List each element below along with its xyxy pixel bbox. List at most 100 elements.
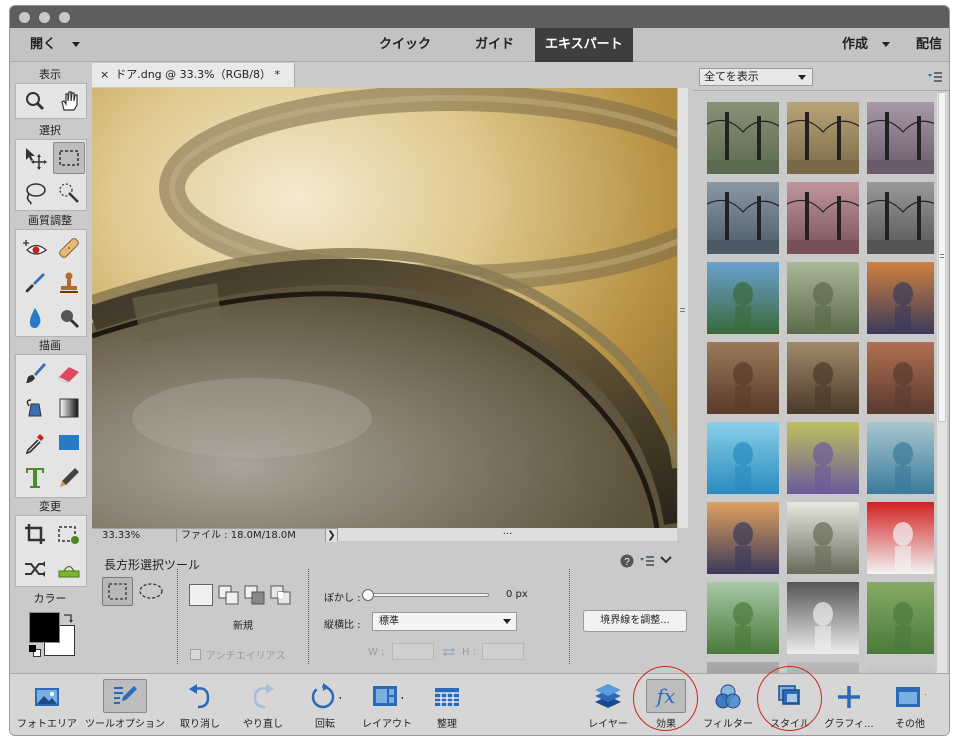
effect-thumbnail[interactable] (787, 662, 859, 673)
effect-thumbnail[interactable] (867, 182, 934, 254)
document-tab[interactable]: × ドア.dng @ 33.3%（RGB/8） * (92, 63, 295, 87)
paint-bucket-tool[interactable] (19, 392, 51, 424)
redo-button[interactable]: やり直し (235, 674, 291, 735)
help-icon[interactable]: ? (620, 554, 634, 568)
horizontal-scroll-grip[interactable]: ··· (337, 528, 677, 541)
antialias-checkbox[interactable] (190, 649, 201, 660)
rotate-button[interactable]: 回転 (298, 674, 352, 735)
effect-thumbnail[interactable] (787, 102, 859, 174)
clone-stamp-tool[interactable] (53, 267, 85, 299)
effect-thumbnail[interactable] (867, 582, 934, 654)
effect-thumbnail[interactable] (707, 262, 779, 334)
effects-filter-dropdown[interactable]: 全てを表示 (699, 68, 813, 86)
type-tool[interactable] (19, 462, 51, 494)
close-window-button[interactable] (19, 12, 30, 23)
status-menu-arrow[interactable]: ❯ (325, 529, 337, 542)
selection-mode-subtract-icon[interactable] (243, 584, 267, 606)
hand-tool[interactable] (53, 85, 85, 117)
layout-button[interactable]: レイアウト (356, 674, 418, 735)
canvas-vertical-scrollbar[interactable] (677, 88, 688, 528)
organizer-button[interactable]: 整理 (422, 674, 472, 735)
effect-thumbnail[interactable] (707, 582, 779, 654)
sponge-tool[interactable] (53, 302, 85, 334)
effect-thumbnail[interactable] (867, 262, 934, 334)
mode-tab-guided[interactable]: ガイド (475, 28, 514, 62)
selection-mode-new[interactable] (189, 584, 213, 606)
effect-thumbnail[interactable] (867, 422, 934, 494)
create-menu[interactable]: 作成 (842, 28, 891, 62)
effect-thumbnail[interactable] (787, 582, 859, 654)
selection-mode-intersect-icon[interactable] (269, 584, 293, 606)
effects-scrollbar[interactable] (937, 92, 947, 673)
rectangular-marquee-tool[interactable] (53, 142, 85, 174)
effect-thumbnail[interactable] (867, 662, 934, 673)
undo-button[interactable]: 取り消し (172, 674, 228, 735)
elliptical-marquee-icon[interactable] (138, 581, 164, 601)
effect-thumbnail[interactable] (867, 102, 934, 174)
crop-tool[interactable] (19, 518, 51, 550)
swap-dimensions-icon[interactable] (441, 646, 457, 658)
red-eye-tool[interactable] (19, 232, 51, 264)
smart-brush-tool[interactable] (19, 267, 51, 299)
graphics-button[interactable]: グラフィ... (820, 674, 878, 735)
width-field[interactable] (392, 643, 434, 660)
foreground-color-swatch[interactable] (29, 612, 60, 643)
mode-tab-quick[interactable]: クイック (379, 28, 431, 62)
more-button[interactable]: その他 (880, 674, 940, 735)
close-tab-icon[interactable]: × (100, 68, 109, 81)
eraser-tool[interactable] (53, 357, 85, 389)
feather-slider[interactable] (362, 589, 489, 601)
eyedropper-tool[interactable] (19, 427, 51, 459)
selection-mode-add-icon[interactable] (217, 584, 241, 606)
open-menu[interactable]: 開く (30, 28, 81, 62)
share-menu[interactable]: 配信 (916, 28, 942, 62)
zoom-window-button[interactable] (59, 12, 70, 23)
height-field[interactable] (482, 643, 524, 660)
aspect-ratio-select[interactable]: 標準 (372, 612, 517, 631)
default-colors-icon[interactable] (29, 645, 41, 657)
styles-button[interactable]: スタイル (762, 674, 818, 735)
filters-button[interactable]: フィルター (698, 674, 758, 735)
brush-tool[interactable] (19, 357, 51, 389)
effect-thumbnail[interactable] (787, 422, 859, 494)
effect-thumbnail[interactable] (707, 662, 779, 673)
healing-brush-tool[interactable] (53, 232, 85, 264)
document-canvas[interactable] (92, 88, 677, 528)
effect-thumbnail[interactable] (787, 182, 859, 254)
effect-thumbnail[interactable] (707, 342, 779, 414)
effect-thumbnail[interactable] (787, 342, 859, 414)
effect-thumbnail[interactable] (867, 502, 934, 574)
shape-tool[interactable] (53, 427, 85, 459)
layers-button[interactable]: レイヤー (580, 674, 636, 735)
effect-thumbnail[interactable] (867, 342, 934, 414)
photo-bin-button[interactable]: フォトエリア (12, 674, 82, 735)
panel-menu-icon[interactable] (927, 71, 943, 83)
effects-button[interactable]: fx 効果 (638, 674, 694, 735)
move-tool[interactable] (19, 142, 51, 174)
quick-selection-tool[interactable] (53, 177, 85, 209)
mode-tab-expert[interactable]: エキスパート (535, 28, 633, 62)
straighten-tool[interactable] (53, 553, 85, 585)
lasso-tool[interactable] (19, 177, 51, 209)
collapse-panel-icon[interactable] (660, 555, 672, 565)
effect-thumbnail[interactable] (707, 102, 779, 174)
feather-slider-thumb[interactable] (362, 589, 374, 601)
gradient-tool[interactable] (53, 392, 85, 424)
minimize-window-button[interactable] (39, 12, 50, 23)
zoom-level[interactable]: 33.33% (102, 529, 140, 542)
content-aware-move-tool[interactable] (19, 553, 51, 585)
rectangular-marquee-option[interactable] (102, 577, 133, 606)
zoom-tool[interactable] (19, 85, 51, 117)
effect-thumbnail[interactable] (787, 262, 859, 334)
effect-thumbnail[interactable] (707, 502, 779, 574)
recompose-tool[interactable] (53, 518, 85, 550)
effect-thumbnail[interactable] (707, 182, 779, 254)
panel-menu-icon[interactable] (639, 555, 655, 567)
effect-thumbnail[interactable] (707, 422, 779, 494)
pencil-tool[interactable] (53, 462, 85, 494)
effect-thumbnail[interactable] (787, 502, 859, 574)
swap-colors-icon[interactable] (62, 612, 76, 624)
refine-edge-button[interactable]: 境界線を調整... (583, 610, 687, 632)
tool-options-button[interactable]: ツールオプション (82, 674, 168, 735)
blur-tool[interactable] (19, 302, 51, 334)
